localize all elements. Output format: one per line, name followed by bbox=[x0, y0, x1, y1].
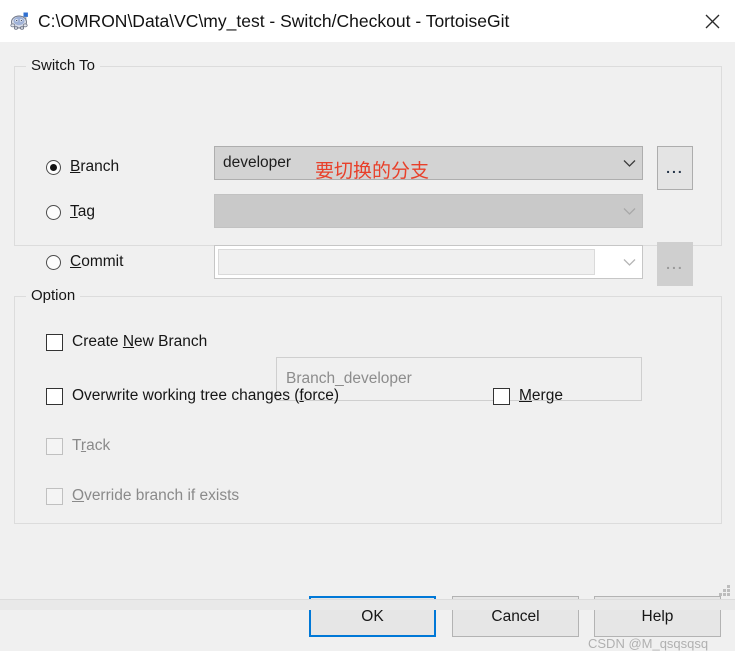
commit-combobox bbox=[214, 245, 643, 279]
radio-tag-label: Tag bbox=[70, 203, 95, 221]
close-icon[interactable] bbox=[689, 0, 735, 42]
create-new-branch-text-pre: Create bbox=[72, 333, 123, 350]
track-text-pre: T bbox=[72, 437, 81, 454]
chevron-down-icon bbox=[616, 207, 642, 216]
overwrite-text-pre: Overwrite working tree changes ( bbox=[72, 387, 300, 404]
window-title: C:\OMRON\Data\VC\my_test - Switch/Checko… bbox=[38, 10, 510, 31]
radio-tag-indicator[interactable] bbox=[46, 204, 61, 220]
watermark-text: CSDN @M_qsqsqsq bbox=[588, 636, 709, 651]
checkbox-override-branch: Override branch if exists bbox=[46, 485, 239, 507]
radio-commit-text: ommit bbox=[81, 253, 124, 270]
radio-tag-accel: T bbox=[70, 203, 78, 220]
radio-tag-text: ag bbox=[77, 203, 95, 220]
merge-accel: M bbox=[519, 387, 532, 404]
checkbox-track-indicator bbox=[46, 437, 63, 455]
track-text-post: ack bbox=[86, 437, 111, 454]
checkbox-override-branch-label: Override branch if exists bbox=[72, 487, 239, 505]
checkbox-merge-indicator[interactable] bbox=[493, 387, 510, 405]
checkbox-override-branch-indicator bbox=[46, 487, 63, 505]
tag-combobox bbox=[214, 194, 643, 228]
overwrite-text-post: orce) bbox=[303, 387, 340, 404]
checkbox-overwrite-force-label: Overwrite working tree changes (force) bbox=[72, 387, 339, 405]
radio-tag[interactable]: Tag bbox=[46, 201, 95, 223]
checkbox-track-label: Track bbox=[72, 437, 110, 455]
chevron-down-icon bbox=[616, 258, 642, 267]
radio-branch[interactable]: Branch bbox=[46, 156, 119, 178]
radio-branch-text: ranch bbox=[80, 158, 120, 175]
commit-combobox-value bbox=[218, 249, 595, 275]
checkbox-create-new-branch-label: Create New Branch bbox=[72, 333, 207, 351]
checkbox-overwrite-force[interactable]: Overwrite working tree changes (force) bbox=[46, 385, 339, 407]
branch-browse-button[interactable]: ... bbox=[657, 146, 693, 190]
branch-combobox-value: developer bbox=[223, 154, 292, 171]
window-bottom-edge bbox=[0, 599, 735, 610]
radio-commit[interactable]: Commit bbox=[46, 251, 123, 273]
merge-text-post: erge bbox=[531, 387, 563, 404]
commit-browse-button: ... bbox=[657, 242, 693, 286]
checkbox-create-new-branch-indicator[interactable] bbox=[46, 333, 63, 351]
checkbox-merge[interactable]: Merge bbox=[493, 385, 563, 407]
dialog-client-area: Switch To Branch Tag Commit developer ..… bbox=[0, 42, 735, 651]
radio-branch-indicator[interactable] bbox=[46, 159, 61, 175]
branch-combobox[interactable]: developer bbox=[214, 146, 643, 180]
radio-branch-accel: B bbox=[70, 158, 81, 175]
checkbox-create-new-branch[interactable]: Create New Branch bbox=[46, 331, 207, 353]
checkbox-merge-label: Merge bbox=[519, 387, 563, 405]
override-text-post: verride branch if exists bbox=[84, 487, 240, 504]
create-new-branch-text-post: ew Branch bbox=[134, 333, 208, 350]
radio-commit-label: Commit bbox=[70, 253, 123, 271]
chevron-down-icon[interactable] bbox=[616, 159, 642, 168]
tortoisegit-turtle-icon bbox=[8, 10, 32, 34]
resize-grip-icon[interactable] bbox=[718, 585, 731, 598]
title-bar: C:\OMRON\Data\VC\my_test - Switch/Checko… bbox=[0, 0, 735, 42]
checkbox-track: Track bbox=[46, 435, 110, 457]
override-accel: O bbox=[72, 487, 85, 504]
switch-to-group-title: Switch To bbox=[26, 57, 100, 74]
radio-commit-accel: C bbox=[70, 253, 82, 270]
radio-commit-indicator[interactable] bbox=[46, 254, 61, 270]
checkbox-overwrite-force-indicator[interactable] bbox=[46, 387, 63, 405]
option-group-title: Option bbox=[26, 287, 81, 304]
radio-branch-label: Branch bbox=[70, 158, 119, 176]
create-new-branch-accel: N bbox=[122, 333, 135, 350]
